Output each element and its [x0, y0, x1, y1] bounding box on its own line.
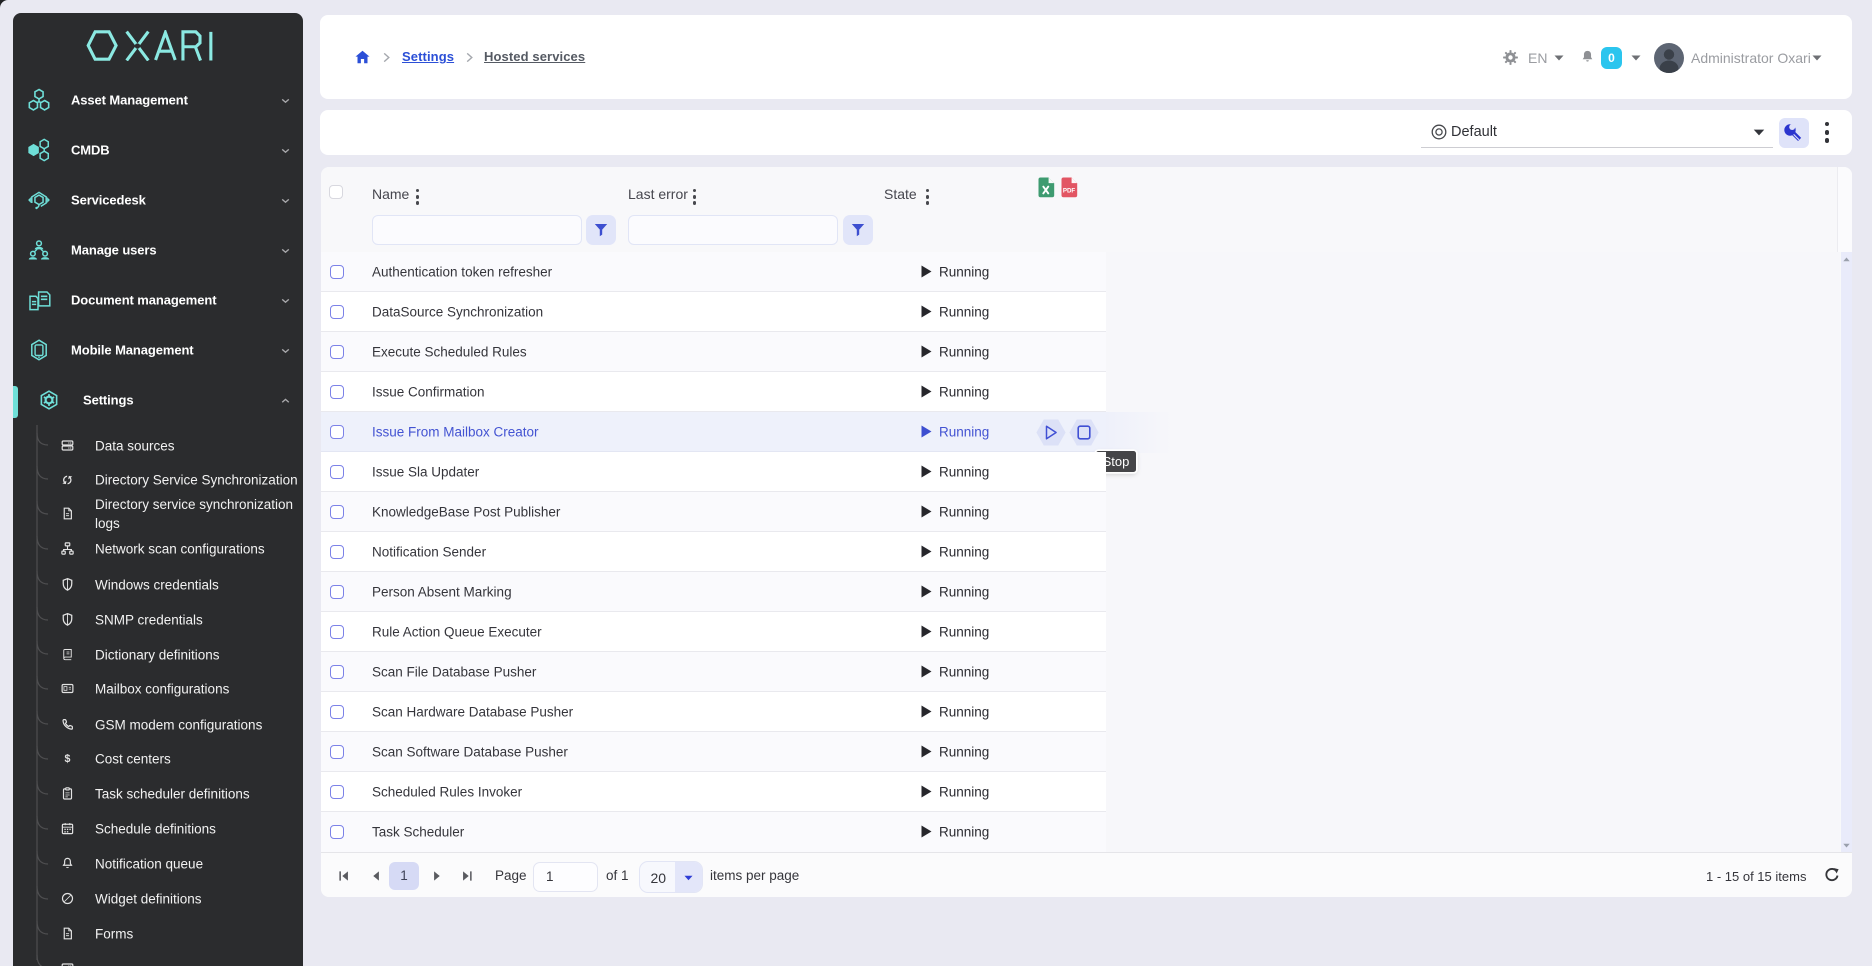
svg-text:PDF: PDF — [1063, 187, 1076, 194]
svg-text:$: $ — [64, 752, 70, 764]
